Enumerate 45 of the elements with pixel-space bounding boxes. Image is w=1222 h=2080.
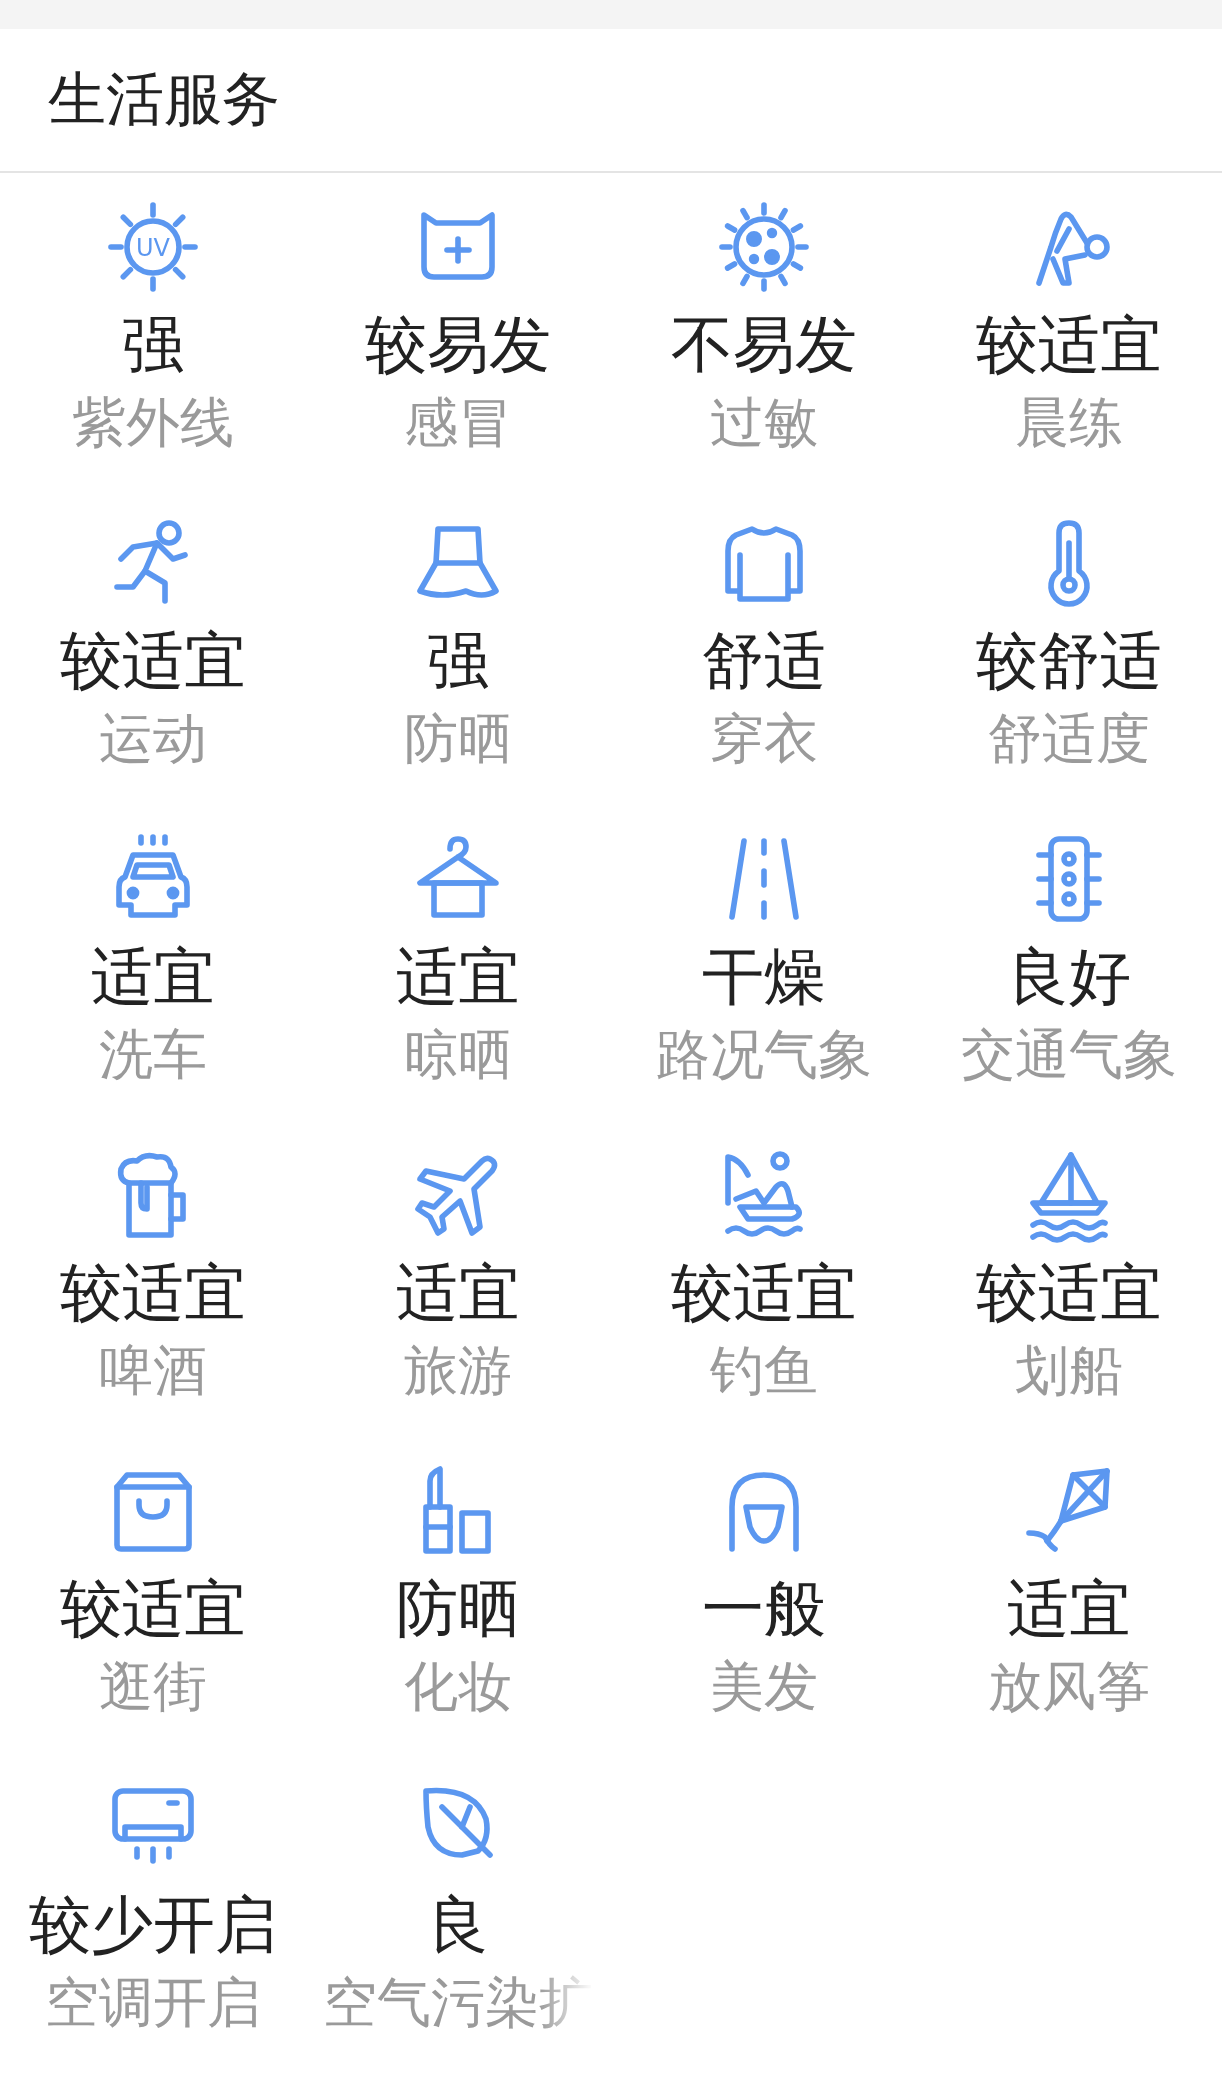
index-value: 舒适 <box>701 623 826 699</box>
index-value: 干燥 <box>701 939 826 1015</box>
index-label: 放风筝 <box>988 1654 1151 1720</box>
index-label: 交通气象 <box>961 1022 1178 1088</box>
index-label: 紫外线 <box>71 390 234 456</box>
index-value: 适宜 <box>396 1255 521 1331</box>
index-value: 适宜 <box>90 939 215 1015</box>
index-value: 较适宜 <box>670 1255 857 1331</box>
index-value: 强 <box>427 623 490 699</box>
index-label: 晨练 <box>1015 390 1124 456</box>
index-label: 化妆 <box>404 1654 513 1720</box>
index-label: 洗车 <box>98 1022 207 1088</box>
index-label: 旅游 <box>404 1338 513 1404</box>
index-label: 晾晒 <box>404 1022 513 1088</box>
index-value: 不易发 <box>670 307 857 383</box>
index-value: 较适宜 <box>976 1255 1163 1331</box>
index-label: 钓鱼 <box>709 1338 818 1404</box>
index-value: 良 <box>427 1887 490 1963</box>
index-value: 良好 <box>1007 939 1132 1015</box>
index-label: 防晒 <box>404 706 513 772</box>
index-value: 一般 <box>701 1571 826 1647</box>
index-label: 啤酒 <box>98 1338 207 1404</box>
index-value: 较适宜 <box>59 1571 246 1647</box>
index-value: 较少开启 <box>28 1887 277 1963</box>
index-value: 较适宜 <box>59 1255 246 1331</box>
index-label: 划船 <box>1015 1338 1124 1404</box>
index-value: 适宜 <box>396 939 521 1015</box>
index-value: 强 <box>121 307 184 383</box>
index-value: 较适宜 <box>59 623 246 699</box>
index-label: 过敏 <box>709 390 818 456</box>
index-label: 路况气象 <box>655 1022 872 1088</box>
index-value: 较舒适 <box>976 623 1163 699</box>
index-label: 运动 <box>98 706 207 772</box>
index-label: 穿衣 <box>709 706 818 772</box>
index-label: 感冒 <box>404 390 513 456</box>
index-label: 舒适度 <box>988 706 1151 772</box>
index-label: 空调开启 <box>44 1970 261 2036</box>
index-value: 较易发 <box>365 307 552 383</box>
index-value: 适宜 <box>1007 1571 1132 1647</box>
index-label: 逛街 <box>98 1654 207 1720</box>
index-value: 防晒 <box>396 1571 521 1647</box>
index-label: 空气污染扩 <box>323 1970 594 2036</box>
section-title: 生活服务 <box>48 64 280 135</box>
index-label: 美发 <box>709 1654 818 1720</box>
index-value: 较适宜 <box>976 307 1163 383</box>
